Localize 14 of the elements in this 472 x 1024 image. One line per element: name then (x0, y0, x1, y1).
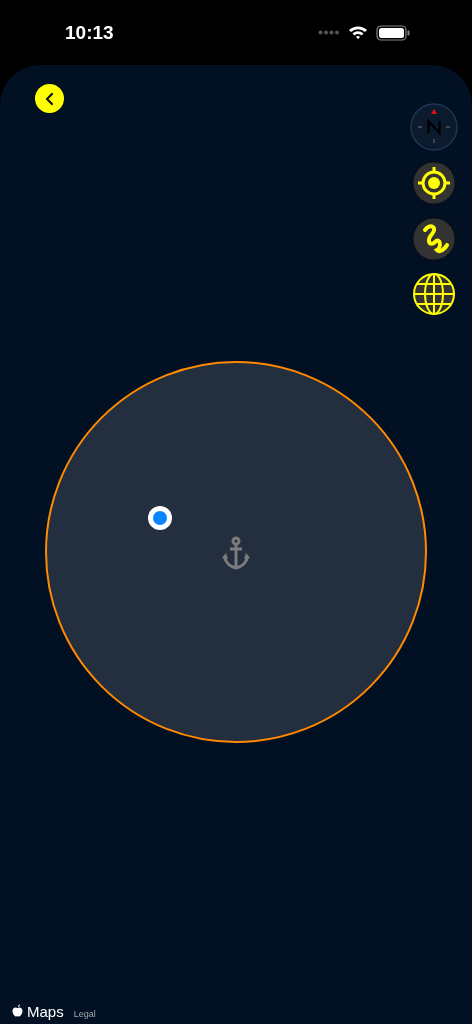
location-dot (147, 505, 173, 531)
squiggle-icon[interactable] (412, 217, 456, 261)
logo-icon (12, 1004, 23, 1017)
wifi-icon (348, 25, 368, 40)
globe-icon[interactable] (412, 272, 456, 316)
target-icon[interactable] (412, 161, 456, 205)
legal-link[interactable]: Legal (73, 1009, 96, 1019)
status-time: 10:13 (65, 21, 114, 44)
signal-icon (318, 30, 340, 35)
battery-icon (376, 24, 410, 41)
back-button[interactable] (35, 84, 64, 113)
anchor-icon (221, 536, 251, 570)
map-attribution: Maps (27, 1003, 64, 1020)
chevron-left-icon (43, 91, 56, 106)
